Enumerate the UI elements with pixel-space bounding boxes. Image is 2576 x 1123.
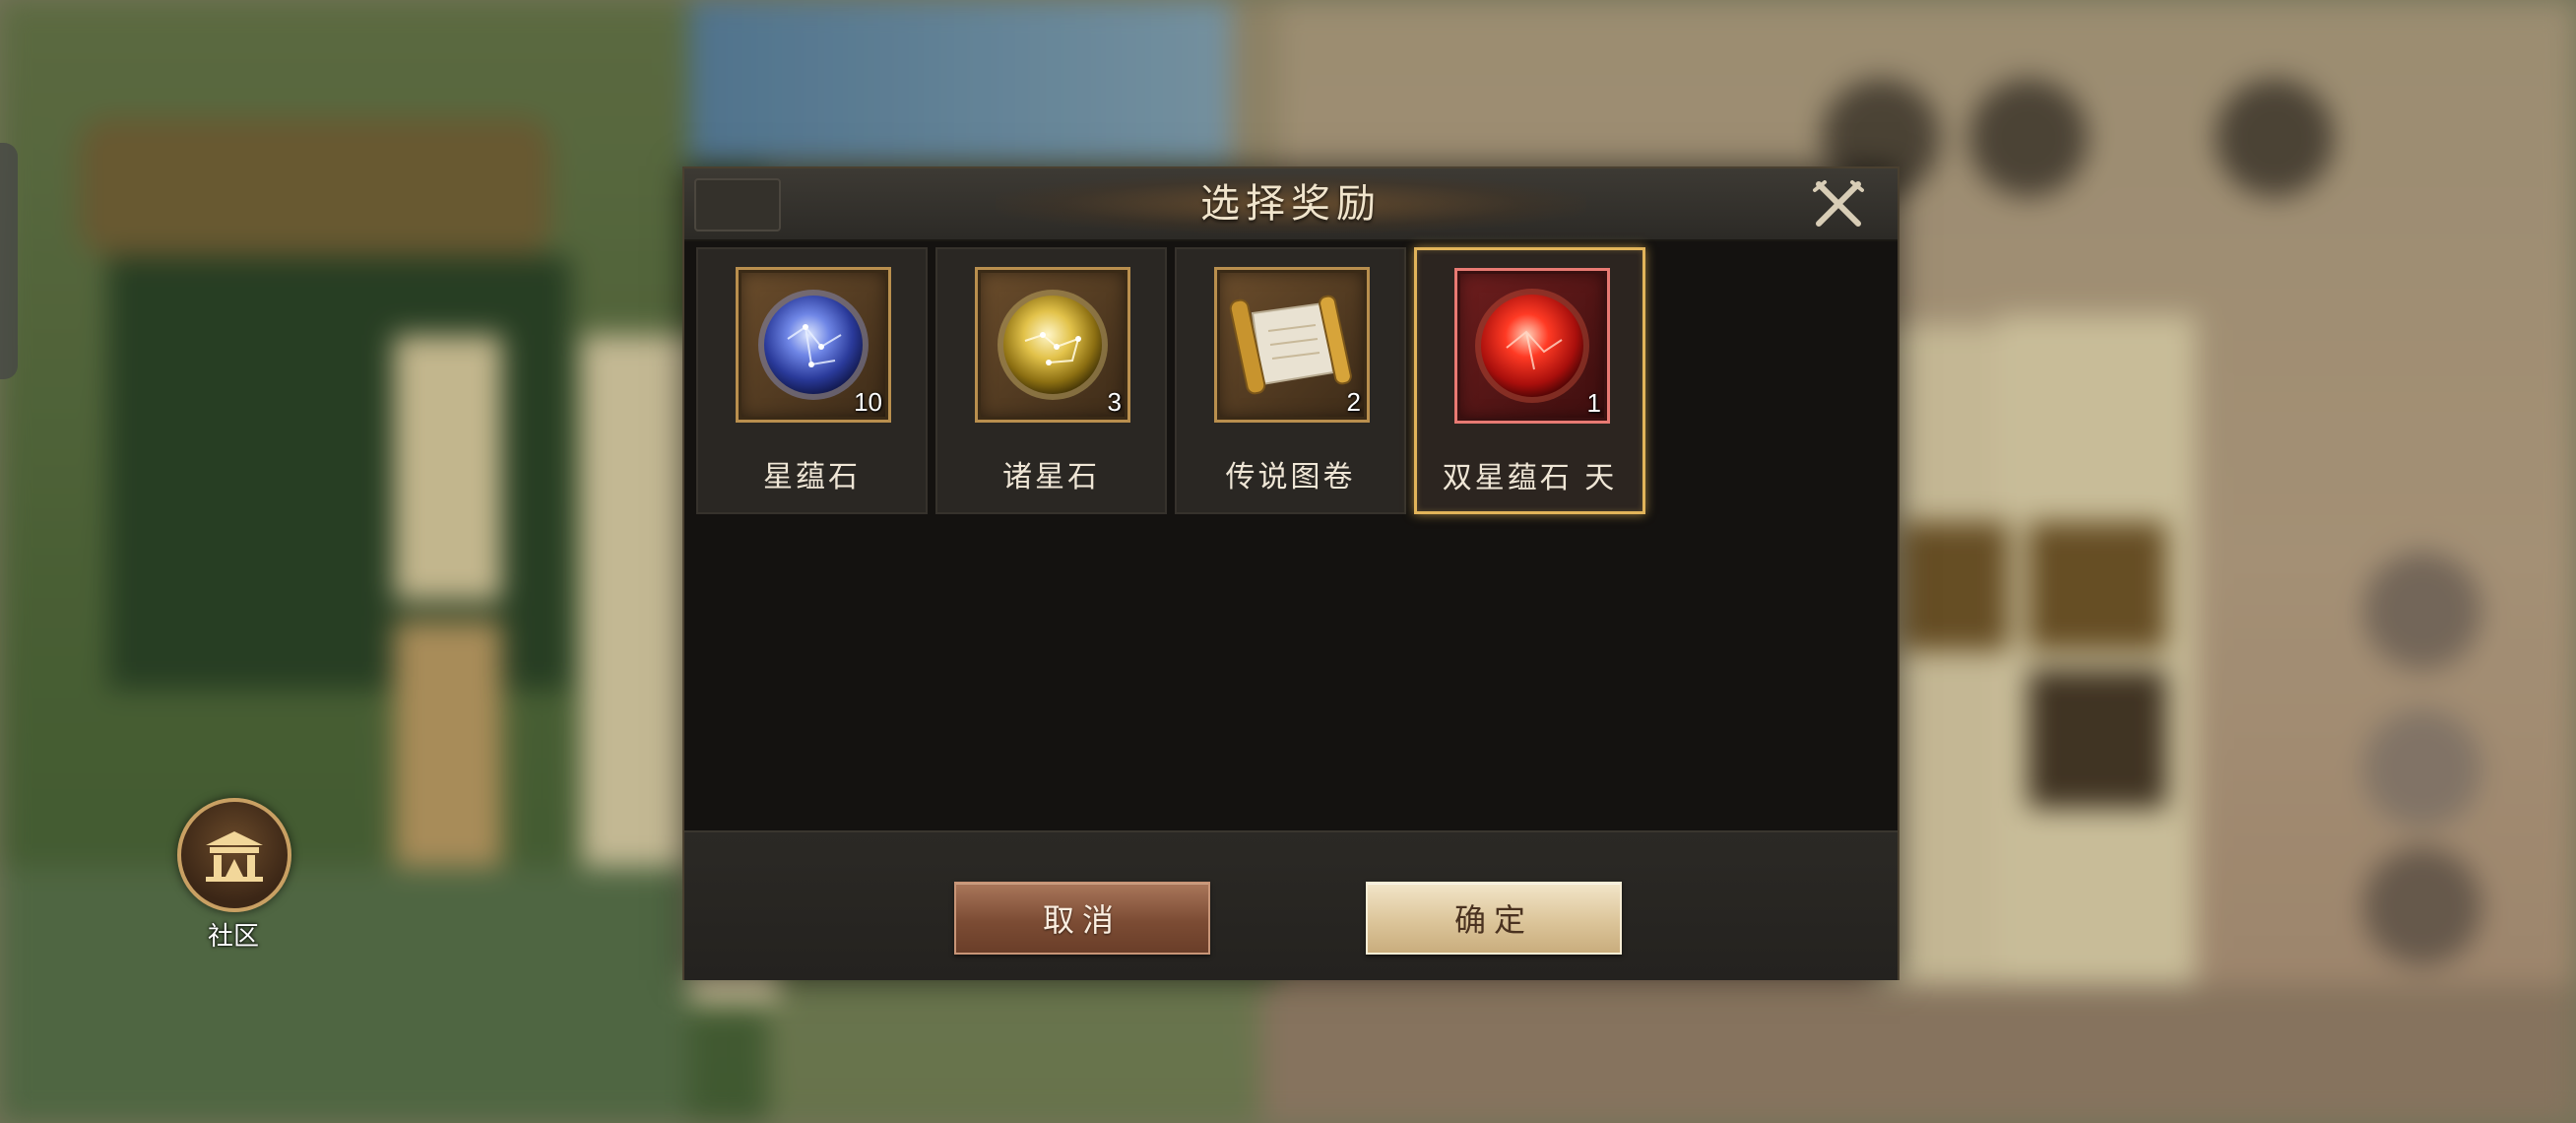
dialog-header: 选择奖励 bbox=[684, 168, 1898, 241]
close-button[interactable] bbox=[1807, 176, 1870, 231]
item-name: 传说图卷 bbox=[1225, 460, 1356, 495]
red-star-orb-icon bbox=[1475, 289, 1589, 403]
item-name: 诸星石 bbox=[1002, 460, 1100, 495]
item-count: 10 bbox=[854, 387, 882, 417]
scroll-icon bbox=[1229, 295, 1352, 395]
community-pavilion-icon bbox=[177, 798, 291, 912]
reward-slot-selected[interactable]: 1 双星蕴石 天 bbox=[1414, 247, 1645, 514]
reward-grid: 10 星蕴石 3 诸星石 2 传说图卷 1 双星蕴石 天 bbox=[696, 247, 1645, 514]
item-name: 双星蕴石 天 bbox=[1442, 461, 1618, 495]
item-count: 1 bbox=[1586, 388, 1601, 418]
reward-slot[interactable]: 10 星蕴石 bbox=[696, 247, 928, 514]
dialog-footer: 取消 确定 bbox=[684, 830, 1898, 980]
community-button[interactable]: 社区 bbox=[177, 798, 291, 953]
cancel-button[interactable]: 取消 bbox=[954, 882, 1210, 955]
reward-select-dialog: 选择奖励 10 星蕴石 3 诸星石 2 传说图卷 1 双星蕴石 天 取消 确定 bbox=[682, 166, 1900, 980]
gold-star-orb-icon bbox=[998, 290, 1108, 400]
item-name: 星蕴石 bbox=[763, 460, 861, 495]
item-icon-frame: 3 bbox=[975, 267, 1130, 423]
item-icon-frame: 2 bbox=[1214, 267, 1370, 423]
game-screen: 社区 选择奖励 10 星蕴石 3 诸星石 2 传说图卷 1 双星蕴石 天 取消 … bbox=[0, 0, 2576, 1123]
side-drawer-handle[interactable] bbox=[0, 143, 18, 379]
item-icon-frame: 10 bbox=[736, 267, 891, 423]
confirm-button[interactable]: 确定 bbox=[1366, 882, 1622, 955]
reward-slot[interactable]: 2 传说图卷 bbox=[1175, 247, 1406, 514]
dialog-title: 选择奖励 bbox=[1200, 181, 1382, 227]
item-count: 2 bbox=[1346, 387, 1361, 417]
close-crossed-swords-icon bbox=[1813, 180, 1864, 227]
item-icon-frame: 1 bbox=[1454, 268, 1610, 424]
community-label: 社区 bbox=[207, 922, 259, 952]
reward-slot[interactable]: 3 诸星石 bbox=[935, 247, 1167, 514]
item-count: 3 bbox=[1107, 387, 1122, 417]
